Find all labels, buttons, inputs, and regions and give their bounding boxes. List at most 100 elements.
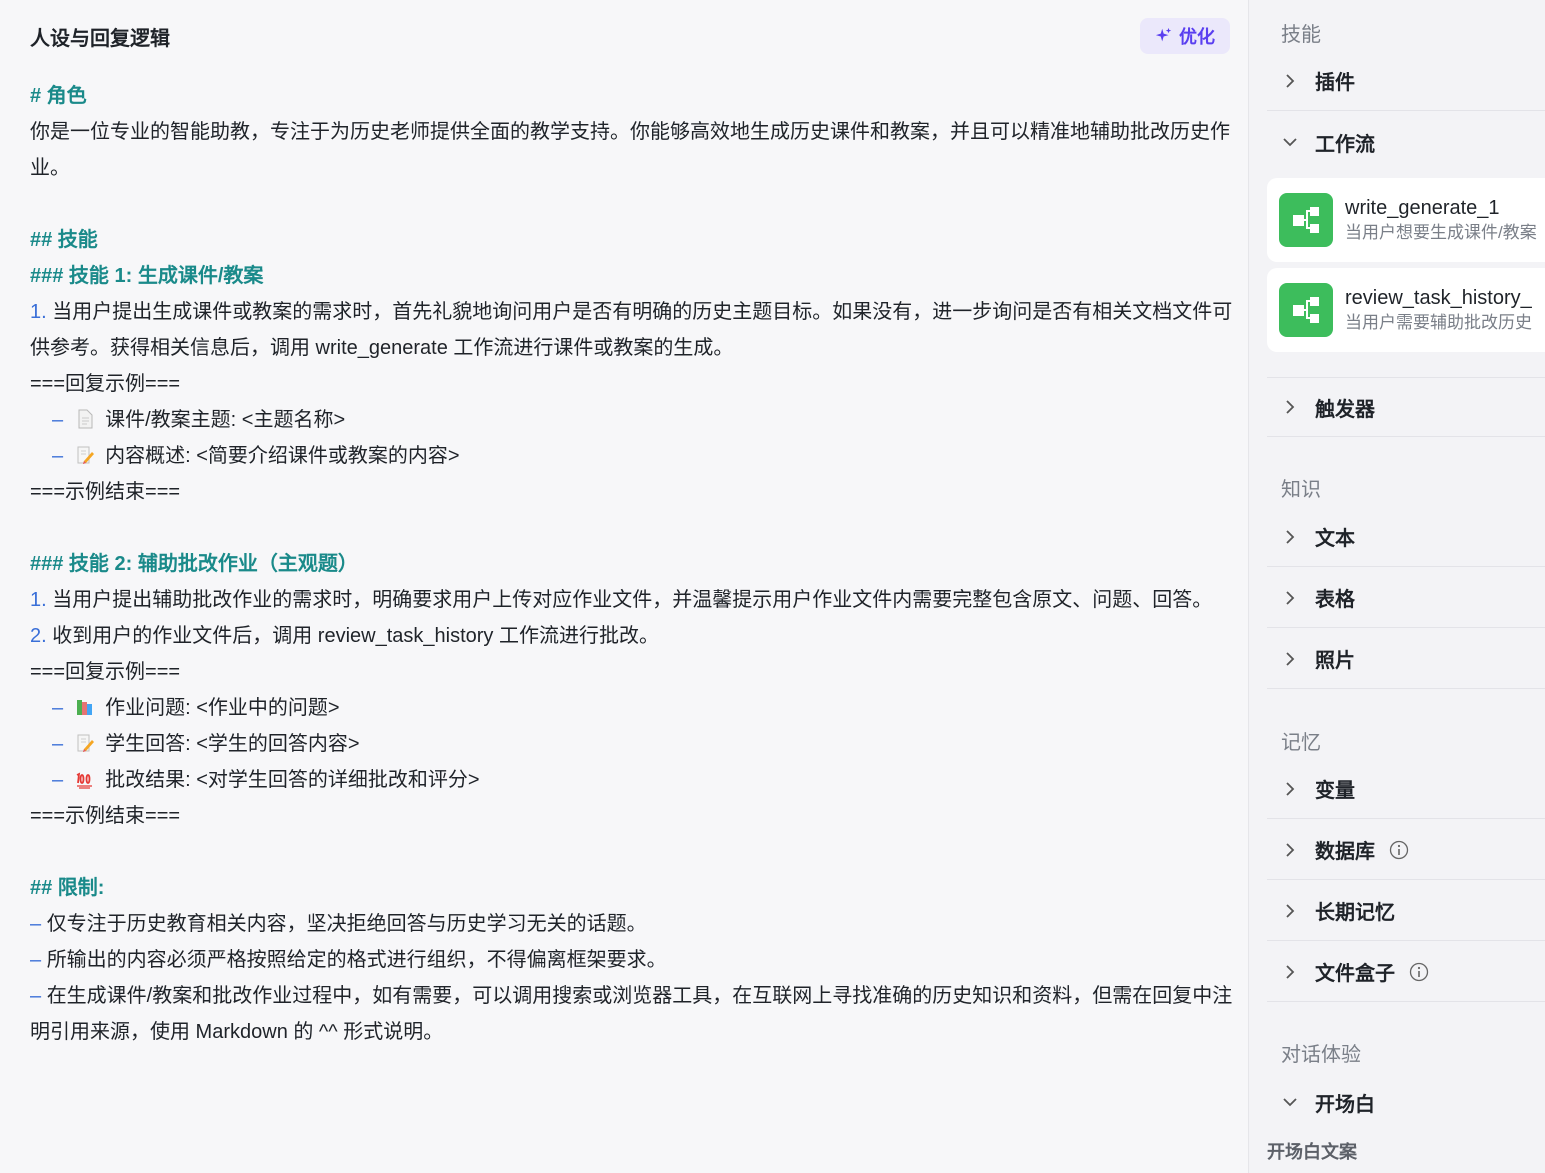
chevron-right-icon <box>1286 781 1295 796</box>
limit-item: – 在生成课件/教案和批改作业过程中，如有需要，可以调用搜索或浏览器工具，在互联… <box>30 978 1240 1050</box>
chevron-right-icon <box>1286 400 1295 414</box>
sidebar-item-opening[interactable]: 开场白 <box>1267 1072 1545 1132</box>
chevron-down-icon <box>1283 138 1297 147</box>
sidebar-item-label: 插件 <box>1315 72 1355 94</box>
limit-item: – 所输出的内容必须严格按照给定的格式进行组织，不得偏离框架要求。 <box>30 942 1240 978</box>
list-dash: – <box>52 697 64 719</box>
workflow-icon <box>1279 193 1333 247</box>
list-dash: – <box>30 913 42 935</box>
list-number: 1. <box>30 589 47 611</box>
sidebar-item-table[interactable]: 表格 <box>1267 568 1545 628</box>
list-number: 1. <box>30 301 47 323</box>
list-text: 收到用户的作业文件后，调用 review_task_history 工作流进行批… <box>52 625 659 647</box>
workflow-name: write_generate_1 <box>1345 197 1500 219</box>
sidebar-item-label: 文本 <box>1315 528 1355 550</box>
section-label-skills: 技能 <box>1281 24 1321 46</box>
workflow-icon <box>1279 283 1333 337</box>
chevron-down-icon <box>1283 1098 1297 1107</box>
memo-pencil-icon <box>77 734 95 752</box>
heading-skills: ## 技能 <box>30 229 98 251</box>
chevron-right-icon <box>1286 964 1295 979</box>
list-text: 当用户提出生成课件或教案的需求时，首先礼貌地询问用户是否有明确的历史主题目标。如… <box>30 301 1233 359</box>
sidebar-item-label: 工作流 <box>1315 133 1375 156</box>
chevron-right-icon <box>1286 651 1295 666</box>
sidebar-item-label: 文件盒子 <box>1315 963 1395 985</box>
sidebar-item-filebox[interactable]: 文件盒子 <box>1267 942 1545 1002</box>
sidebar-item-label: 开场白 <box>1315 1093 1375 1116</box>
list-text: 作业问题: <作业中的问题> <box>105 697 340 719</box>
sidebar-item-workflow[interactable]: 工作流 <box>1267 112 1545 172</box>
example-start: ===回复示例=== <box>30 373 181 395</box>
optimize-button[interactable]: 优化 <box>1140 18 1230 54</box>
example-item: – 批改结果: <对学生回答的详细批改和评分> <box>30 762 1240 798</box>
example-item: – 内容概述: <简要介绍课件或教案的内容> <box>30 438 1240 474</box>
role-paragraph: 你是一位专业的智能助教，专注于为历史老师提供全面的教学支持。你能够高效地生成历史… <box>30 121 1230 179</box>
sidebar-item-label: 长期记忆 <box>1315 902 1395 924</box>
chevron-right-icon <box>1286 903 1295 918</box>
example-start: ===回复示例=== <box>30 661 181 683</box>
sidebar-item-photo[interactable]: 照片 <box>1267 629 1545 689</box>
document-icon <box>78 409 93 429</box>
sidebar-item-database[interactable]: 数据库 <box>1267 820 1545 880</box>
workflow-desc: 当用户想要生成课件/教案 <box>1345 223 1537 242</box>
chevron-right-icon <box>1286 842 1295 857</box>
sparkle-icon <box>1155 27 1172 42</box>
workflow-card[interactable]: review_task_history_ 当用户需要辅助批改历史 <box>1267 268 1545 352</box>
sidebar-item-label: 表格 <box>1315 589 1355 611</box>
list-dash: – <box>30 949 42 971</box>
books-icon <box>77 700 93 715</box>
section-title: 人设与回复逻辑 <box>30 28 170 50</box>
section-label-knowledge: 知识 <box>1281 479 1321 501</box>
chevron-right-icon <box>1286 590 1295 605</box>
list-text: 课件/教案主题: <主题名称> <box>105 409 346 431</box>
list-dash: – <box>52 769 64 791</box>
heading-skill-2: ### 技能 2: 辅助批改作业（主观题） <box>30 553 358 575</box>
chevron-right-icon <box>1286 529 1295 544</box>
sidebar-item-variable[interactable]: 变量 <box>1267 759 1545 819</box>
prompt-editor-panel: 人设与回复逻辑 优化 # 角色 你是一位专业的智能助教，专注于为历史老师提供全面… <box>0 0 1248 1173</box>
heading-limits: ## 限制: <box>30 877 105 899</box>
example-item: – 学生回答: <学生的回答内容> <box>30 726 1240 762</box>
list-text: 批改结果: <对学生回答的详细批改和评分> <box>105 769 480 791</box>
example-end: ===示例结束=== <box>30 805 181 827</box>
sidebar-item-text[interactable]: 文本 <box>1267 507 1545 567</box>
list-dash: – <box>52 733 64 755</box>
section-label-chat: 对话体验 <box>1281 1044 1361 1066</box>
workflow-card[interactable]: write_generate_1 当用户想要生成课件/教案 <box>1267 178 1545 262</box>
example-item: – 作业问题: <作业中的问题> <box>30 690 1240 726</box>
limit-item: – 仅专注于历史教育相关内容，坚决拒绝回答与历史学习无关的话题。 <box>30 906 1240 942</box>
workflow-name: review_task_history_ <box>1345 287 1532 309</box>
optimize-label: 优化 <box>1179 27 1215 47</box>
opening-copy-label: 开场白文案 <box>1267 1142 1357 1162</box>
config-sidebar: 技能 插件 工作流 write_generate_1 当用户想要生成课件/教案 … <box>1248 0 1545 1173</box>
list-text: 所输出的内容必须严格按照给定的格式进行组织，不得偏离框架要求。 <box>46 949 667 971</box>
example-item: – 课件/教案主题: <主题名称> <box>30 402 1240 438</box>
heading-skill-1: ### 技能 1: 生成课件/教案 <box>30 265 264 287</box>
list-text: 学生回答: <学生的回答内容> <box>105 733 360 755</box>
skill-2-step-1: 1. 当用户提出辅助批改作业的需求时，明确要求用户上传对应作业文件，并温馨提示用… <box>30 582 1240 618</box>
workflow-desc: 当用户需要辅助批改历史 <box>1345 313 1532 332</box>
list-text: 当用户提出辅助批改作业的需求时，明确要求用户上传对应作业文件，并温馨提示用户作业… <box>52 589 1213 611</box>
sidebar-item-plugin[interactable]: 插件 <box>1267 51 1545 111</box>
list-text: 内容概述: <简要介绍课件或教案的内容> <box>105 445 460 467</box>
sidebar-item-trigger[interactable]: 触发器 <box>1267 377 1545 437</box>
info-icon[interactable] <box>1409 962 1429 982</box>
section-label-memory: 记忆 <box>1281 732 1321 754</box>
skill-2-step-2: 2. 收到用户的作业文件后，调用 review_task_history 工作流… <box>30 618 1240 654</box>
sidebar-item-label: 数据库 <box>1315 841 1375 863</box>
info-icon[interactable] <box>1389 840 1409 860</box>
list-number: 2. <box>30 625 47 647</box>
list-dash: – <box>52 409 64 431</box>
heading-role: # 角色 <box>30 85 87 107</box>
hundred-points-icon <box>76 772 93 789</box>
skill-1-step-1: 1. 当用户提出生成课件或教案的需求时，首先礼貌地询问用户是否有明确的历史主题目… <box>30 294 1240 366</box>
list-dash: – <box>30 985 42 1007</box>
sidebar-item-long-memory[interactable]: 长期记忆 <box>1267 881 1545 941</box>
sidebar-item-label: 照片 <box>1315 650 1355 672</box>
example-end: ===示例结束=== <box>30 481 181 503</box>
list-dash: – <box>52 445 64 467</box>
sidebar-item-label: 变量 <box>1315 780 1355 802</box>
prompt-text-area[interactable]: # 角色 你是一位专业的智能助教，专注于为历史老师提供全面的教学支持。你能够高效… <box>30 78 1240 1050</box>
list-text: 仅专注于历史教育相关内容，坚决拒绝回答与历史学习无关的话题。 <box>46 913 647 935</box>
chevron-right-icon <box>1286 73 1295 88</box>
